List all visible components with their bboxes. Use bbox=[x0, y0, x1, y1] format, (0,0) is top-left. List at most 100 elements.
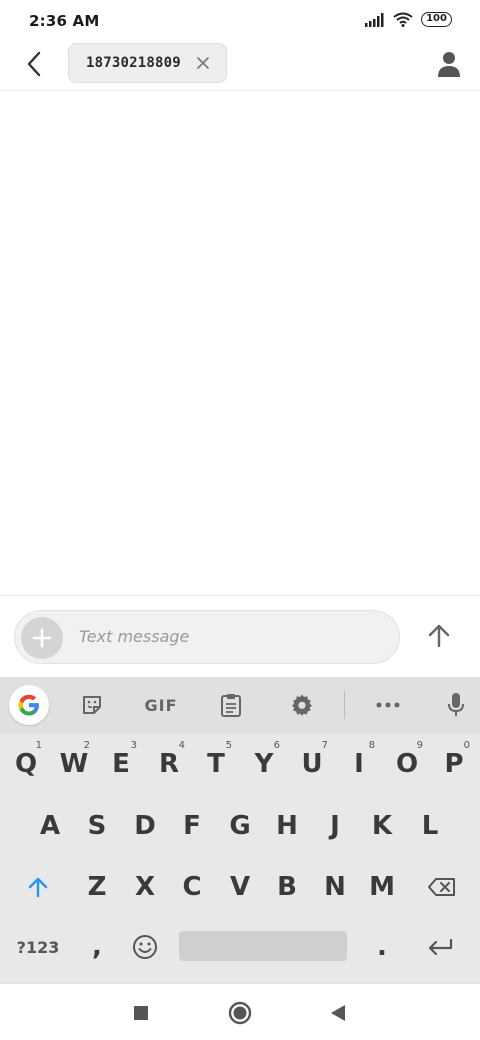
key-k[interactable]: K bbox=[358, 796, 406, 856]
key-v[interactable]: V bbox=[216, 857, 264, 917]
more-button[interactable] bbox=[368, 685, 408, 725]
key-d[interactable]: D bbox=[121, 796, 169, 856]
key-row-2: A S D F G H J K L bbox=[0, 796, 480, 856]
keyboard-toolbar: GIF bbox=[0, 677, 480, 733]
shift-arrow-icon bbox=[28, 877, 48, 898]
emoji-key[interactable] bbox=[121, 917, 169, 977]
message-input[interactable]: Text message bbox=[79, 627, 189, 646]
key-q[interactable]: Q1 bbox=[2, 734, 50, 794]
key-y[interactable]: Y6 bbox=[240, 734, 288, 794]
enter-icon bbox=[428, 938, 453, 956]
key-l[interactable]: L bbox=[406, 796, 454, 856]
backspace-key[interactable] bbox=[418, 857, 466, 917]
key-label: Q bbox=[14, 749, 38, 779]
key-e[interactable]: E3 bbox=[97, 734, 145, 794]
clipboard-button[interactable] bbox=[211, 685, 251, 725]
key-h[interactable]: H bbox=[263, 796, 311, 856]
key-label: P bbox=[444, 749, 464, 779]
key-s[interactable]: S bbox=[73, 796, 121, 856]
clipboard-icon bbox=[221, 694, 241, 717]
google-button[interactable] bbox=[9, 685, 49, 725]
key-z[interactable]: Z bbox=[73, 857, 121, 917]
back-button[interactable] bbox=[18, 48, 50, 80]
key-j[interactable]: J bbox=[311, 796, 359, 856]
key-hint: 6 bbox=[273, 740, 280, 751]
recipient-chip[interactable]: 18730218809 bbox=[68, 43, 227, 83]
sticker-button[interactable] bbox=[72, 685, 112, 725]
key-t[interactable]: T5 bbox=[192, 734, 240, 794]
attach-button[interactable] bbox=[21, 617, 63, 659]
enter-key[interactable] bbox=[416, 917, 464, 977]
gear-icon bbox=[292, 694, 312, 716]
mic-icon bbox=[448, 693, 464, 716]
symbols-key[interactable]: ?123 bbox=[12, 917, 64, 977]
key-f[interactable]: F bbox=[168, 796, 216, 856]
key-x[interactable]: X bbox=[121, 857, 169, 917]
contact-button[interactable] bbox=[434, 49, 464, 79]
gif-button[interactable]: GIF bbox=[140, 685, 182, 725]
key-label: Y bbox=[254, 749, 274, 779]
key-p[interactable]: P0 bbox=[430, 734, 478, 794]
key-i[interactable]: I8 bbox=[335, 734, 383, 794]
period-key[interactable]: . bbox=[358, 917, 406, 977]
toolbar-divider bbox=[344, 691, 345, 719]
key-hint: 0 bbox=[463, 740, 470, 751]
message-list bbox=[0, 92, 480, 594]
key-g[interactable]: G bbox=[216, 796, 264, 856]
key-hint: 8 bbox=[368, 740, 375, 751]
conversation-header: 18730218809 bbox=[0, 40, 480, 91]
key-label: U bbox=[301, 749, 323, 779]
status-bar: 2:36 AM 100 bbox=[0, 0, 480, 40]
compose-bar: Text message bbox=[0, 595, 480, 677]
key-hint: 3 bbox=[130, 740, 137, 751]
back-arrow-icon bbox=[27, 51, 41, 77]
home-button[interactable] bbox=[225, 998, 255, 1028]
key-hint: 1 bbox=[35, 740, 42, 751]
key-u[interactable]: U7 bbox=[288, 734, 336, 794]
send-button[interactable] bbox=[423, 620, 455, 652]
key-a[interactable]: A bbox=[26, 796, 74, 856]
key-n[interactable]: N bbox=[311, 857, 359, 917]
key-hint: 9 bbox=[416, 740, 423, 751]
home-icon bbox=[228, 1001, 252, 1025]
settings-button[interactable] bbox=[282, 685, 322, 725]
battery-icon: 100 bbox=[421, 12, 452, 27]
key-label: E bbox=[112, 749, 130, 779]
key-hint: 7 bbox=[321, 740, 328, 751]
recents-button[interactable] bbox=[126, 998, 156, 1028]
sticker-icon bbox=[83, 696, 101, 714]
key-row-1: Q1 W2 E3 R4 T5 Y6 U7 I8 O9 P0 bbox=[0, 734, 480, 794]
arrow-up-icon bbox=[428, 624, 450, 648]
backspace-icon bbox=[428, 878, 455, 896]
status-time: 2:36 AM bbox=[29, 12, 100, 30]
key-row-3: Z X C V B N M bbox=[0, 857, 480, 917]
emoji-icon bbox=[133, 935, 157, 959]
close-icon[interactable] bbox=[196, 56, 210, 70]
person-icon bbox=[438, 52, 460, 77]
shift-key[interactable] bbox=[14, 857, 62, 917]
keyboard: G I F Q 1 W 2 E 3 R 4 T 5 Y 6 U 7 I 8 O 9 … bbox=[0, 677, 480, 983]
key-label: R bbox=[158, 749, 180, 779]
key-w[interactable]: W2 bbox=[50, 734, 98, 794]
key-m[interactable]: M bbox=[358, 857, 406, 917]
plus-icon bbox=[32, 628, 52, 648]
key-label: I bbox=[354, 749, 364, 779]
recents-icon bbox=[134, 1006, 148, 1020]
key-c[interactable]: C bbox=[168, 857, 216, 917]
key-r[interactable]: R4 bbox=[145, 734, 193, 794]
wifi-icon bbox=[393, 12, 413, 27]
voice-button[interactable] bbox=[436, 685, 476, 725]
key-o[interactable]: O9 bbox=[383, 734, 431, 794]
space-key[interactable] bbox=[179, 931, 347, 961]
key-label: T bbox=[207, 749, 225, 779]
google-icon bbox=[18, 694, 39, 716]
nav-back-button[interactable] bbox=[323, 998, 353, 1028]
navigation-bar bbox=[0, 983, 480, 1040]
comma-key[interactable]: , bbox=[73, 917, 121, 977]
key-b[interactable]: B bbox=[263, 857, 311, 917]
key-label: O bbox=[395, 749, 419, 779]
compose-field[interactable]: Text message bbox=[14, 610, 400, 664]
key-hint: 2 bbox=[83, 740, 90, 751]
back-icon bbox=[331, 1005, 345, 1021]
signal-icon bbox=[365, 12, 384, 27]
